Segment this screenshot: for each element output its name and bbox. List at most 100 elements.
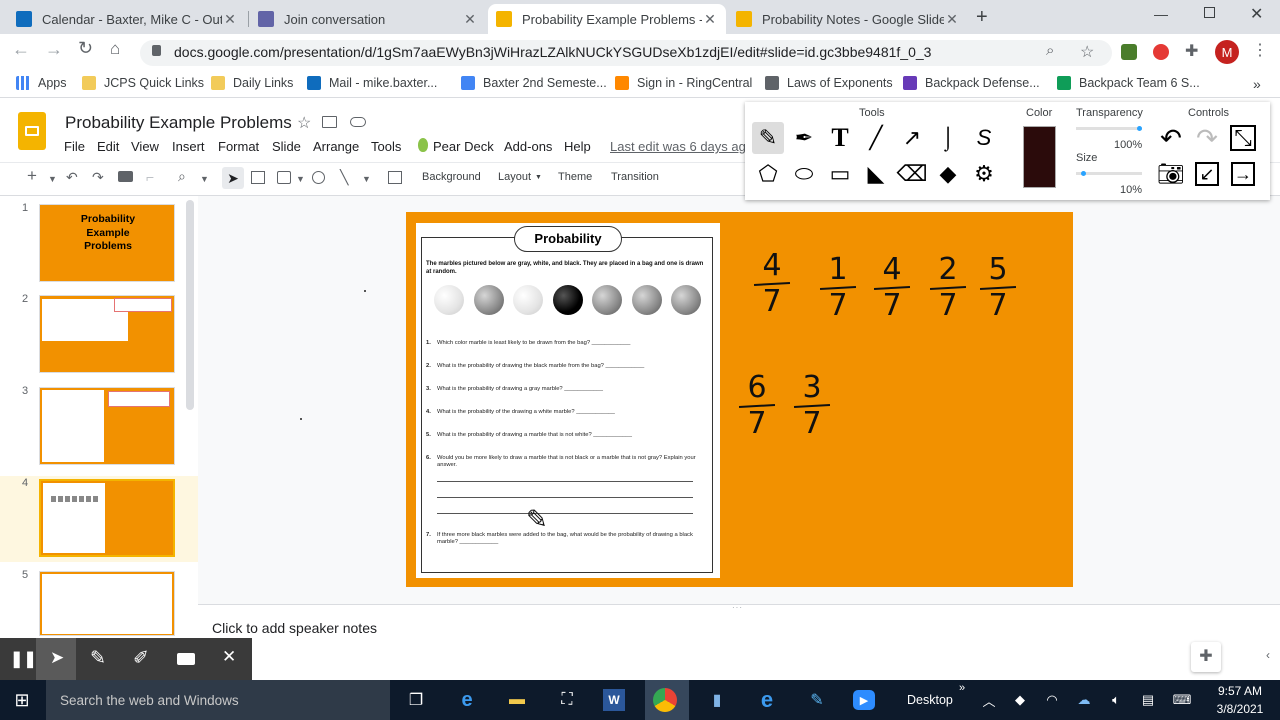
new-tab-button[interactable]: +	[976, 6, 988, 29]
tab-probability-example[interactable]: Probability Example Problems - G ✕	[488, 4, 726, 34]
bookmark-apps[interactable]: Apps	[16, 76, 67, 90]
tab-calendar[interactable]: Calendar - Baxter, Mike C - Outlo ✕	[8, 4, 246, 34]
eraser-tool-icon[interactable]: ⌫	[896, 158, 928, 190]
back-icon[interactable]: ←	[12, 39, 30, 60]
edge-icon[interactable]: e	[453, 686, 481, 714]
polygon-tool-icon[interactable]: ⬠	[752, 158, 784, 190]
menu-tools[interactable]: Tools	[371, 139, 401, 154]
filmstrip-scrollbar[interactable]	[186, 200, 194, 410]
window-close-icon[interactable]: ✕	[1250, 4, 1263, 24]
bookmark-backpack-defense[interactable]: Backpack Defense...	[903, 76, 1040, 90]
volume-icon[interactable]: 🔈︎	[1102, 686, 1130, 714]
marker-tool-icon[interactable]: ✒	[788, 122, 820, 154]
shape-icon[interactable]	[312, 171, 325, 184]
chevron-down-icon[interactable]: ▼	[296, 174, 305, 184]
last-edit-link[interactable]: Last edit was 6 days ago	[610, 139, 746, 154]
dropbox-icon[interactable]: ◆	[1006, 686, 1034, 714]
tab-teams[interactable]: Join conversation ✕	[250, 4, 486, 34]
chevron-down-icon[interactable]: ▼	[48, 174, 57, 184]
print-icon[interactable]	[118, 171, 133, 182]
menu-file[interactable]: File	[64, 139, 85, 154]
worksheet-image[interactable]: Probability The marbles pictured below a…	[416, 223, 720, 578]
onedrive-icon[interactable]: ☁	[1070, 686, 1098, 714]
bookmarks-more[interactable]: »	[1253, 76, 1261, 92]
explore-icon[interactable]: ✚	[1191, 642, 1221, 672]
minimize-icon[interactable]: —	[1154, 6, 1168, 22]
close-tab-icon[interactable]: ✕	[462, 11, 478, 28]
undo-icon[interactable]: ↶	[66, 169, 78, 186]
menu-edit[interactable]: Edit	[97, 139, 119, 154]
extensions-puzzle-icon[interactable]: ✚	[1185, 41, 1198, 61]
keyboard-icon[interactable]: ⌨	[1168, 686, 1196, 714]
text-box-icon[interactable]	[251, 171, 265, 184]
menu-help[interactable]: Help	[564, 139, 591, 154]
image-icon[interactable]	[277, 171, 291, 184]
url-text[interactable]: docs.google.com/presentation/d/1gSm7aaEW…	[174, 44, 931, 60]
camera-snapshot-icon[interactable]: 📷︎	[1155, 158, 1187, 190]
wifi-icon[interactable]: ◠	[1038, 686, 1066, 714]
triangle-tool-icon[interactable]: ◣	[860, 158, 892, 190]
menu-view[interactable]: View	[131, 139, 159, 154]
extension-icon[interactable]	[1153, 44, 1169, 60]
chevron-down-icon[interactable]: ▼	[200, 174, 209, 184]
color-swatch[interactable]	[1023, 126, 1056, 188]
close-icon[interactable]: ✕	[222, 647, 236, 667]
pen-icon[interactable]: ✎	[90, 647, 106, 670]
store-icon[interactable]: ⛶	[553, 686, 581, 714]
task-view-icon[interactable]: ❐	[402, 686, 430, 714]
bookmark-mail[interactable]: Mail - mike.baxter...	[307, 76, 437, 90]
slide-thumbnail-2[interactable]	[39, 295, 175, 373]
freehand-tool-icon[interactable]: S	[968, 122, 1000, 154]
curve-tool-icon[interactable]: ⌡	[932, 122, 964, 154]
settings-gear-icon[interactable]: ⚙	[968, 158, 1000, 190]
bookmark-ringcentral[interactable]: Sign in - RingCentral	[615, 76, 752, 90]
menu-slide[interactable]: Slide	[272, 139, 301, 154]
redo-icon[interactable]: ↷	[92, 169, 104, 186]
clear-canvas-icon[interactable]: ⤡	[1230, 125, 1256, 151]
pencil-tool-icon[interactable]: ✎	[752, 122, 784, 154]
word-icon[interactable]: W	[603, 689, 625, 711]
new-slide-plus-icon[interactable]: +	[27, 166, 37, 186]
restore-icon[interactable]	[1204, 7, 1215, 18]
extension-icon[interactable]	[1121, 44, 1137, 60]
close-tab-icon[interactable]: ✕	[222, 11, 238, 28]
pointer-icon[interactable]: ➤	[50, 648, 64, 668]
paint-format-icon[interactable]: ⌐	[146, 169, 154, 185]
windows-start-icon[interactable]: ⊞	[8, 686, 36, 714]
line-tool-icon[interactable]: ╱	[860, 122, 892, 154]
ellipse-tool-icon[interactable]: ⬭	[788, 158, 820, 190]
camera-icon[interactable]	[177, 653, 195, 665]
home-icon[interactable]: ⌂	[110, 39, 120, 59]
add-comment-icon[interactable]	[388, 171, 402, 184]
chevron-down-icon[interactable]: ▼	[535, 174, 542, 181]
bookmark-star-icon[interactable]: ☆	[1080, 42, 1094, 62]
collapse-chevron-icon[interactable]: ‹	[1266, 648, 1270, 662]
internet-explorer-icon[interactable]: e	[753, 686, 781, 714]
redo-icon[interactable]: ↷	[1191, 122, 1223, 154]
select-cursor-icon[interactable]: ➤	[222, 167, 244, 189]
move-folder-icon[interactable]	[322, 116, 337, 128]
rectangle-tool-icon[interactable]: ▭	[824, 158, 856, 190]
size-slider[interactable]	[1076, 171, 1142, 176]
resize-handle[interactable]: ···	[732, 603, 743, 612]
exit-icon[interactable]: →	[1231, 162, 1255, 186]
document-title[interactable]: Probability Example Problems	[65, 113, 292, 133]
slide-thumbnail-4-selected[interactable]	[39, 479, 175, 557]
text-tool-icon[interactable]: T	[824, 122, 856, 154]
app-icon[interactable]: ▮	[703, 686, 731, 714]
tab-probability-notes[interactable]: Probability Notes - Google Slides ✕	[728, 4, 968, 34]
speaker-notes-field[interactable]: Click to add speaker notes	[212, 620, 377, 636]
bookmark-daily-links[interactable]: Daily Links	[211, 76, 293, 90]
bookmark-jcps[interactable]: JCPS Quick Links	[82, 76, 204, 90]
desktop-toolbar-label[interactable]: Desktop	[907, 693, 953, 707]
menu-arrange[interactable]: Arrange	[313, 139, 359, 154]
zoom-icon[interactable]: ⌕	[178, 168, 186, 185]
menu-add-ons[interactable]: Add-ons	[504, 139, 552, 154]
background-button[interactable]: Background	[422, 171, 481, 183]
highlighter-icon[interactable]: ✐	[133, 647, 149, 670]
menu-pear-deck[interactable]: Pear Deck	[433, 139, 494, 154]
arrow-tool-icon[interactable]: ↗	[896, 122, 928, 154]
chrome-icon[interactable]	[653, 688, 677, 712]
profile-avatar[interactable]: M	[1215, 40, 1239, 64]
transition-button[interactable]: Transition	[611, 171, 659, 183]
